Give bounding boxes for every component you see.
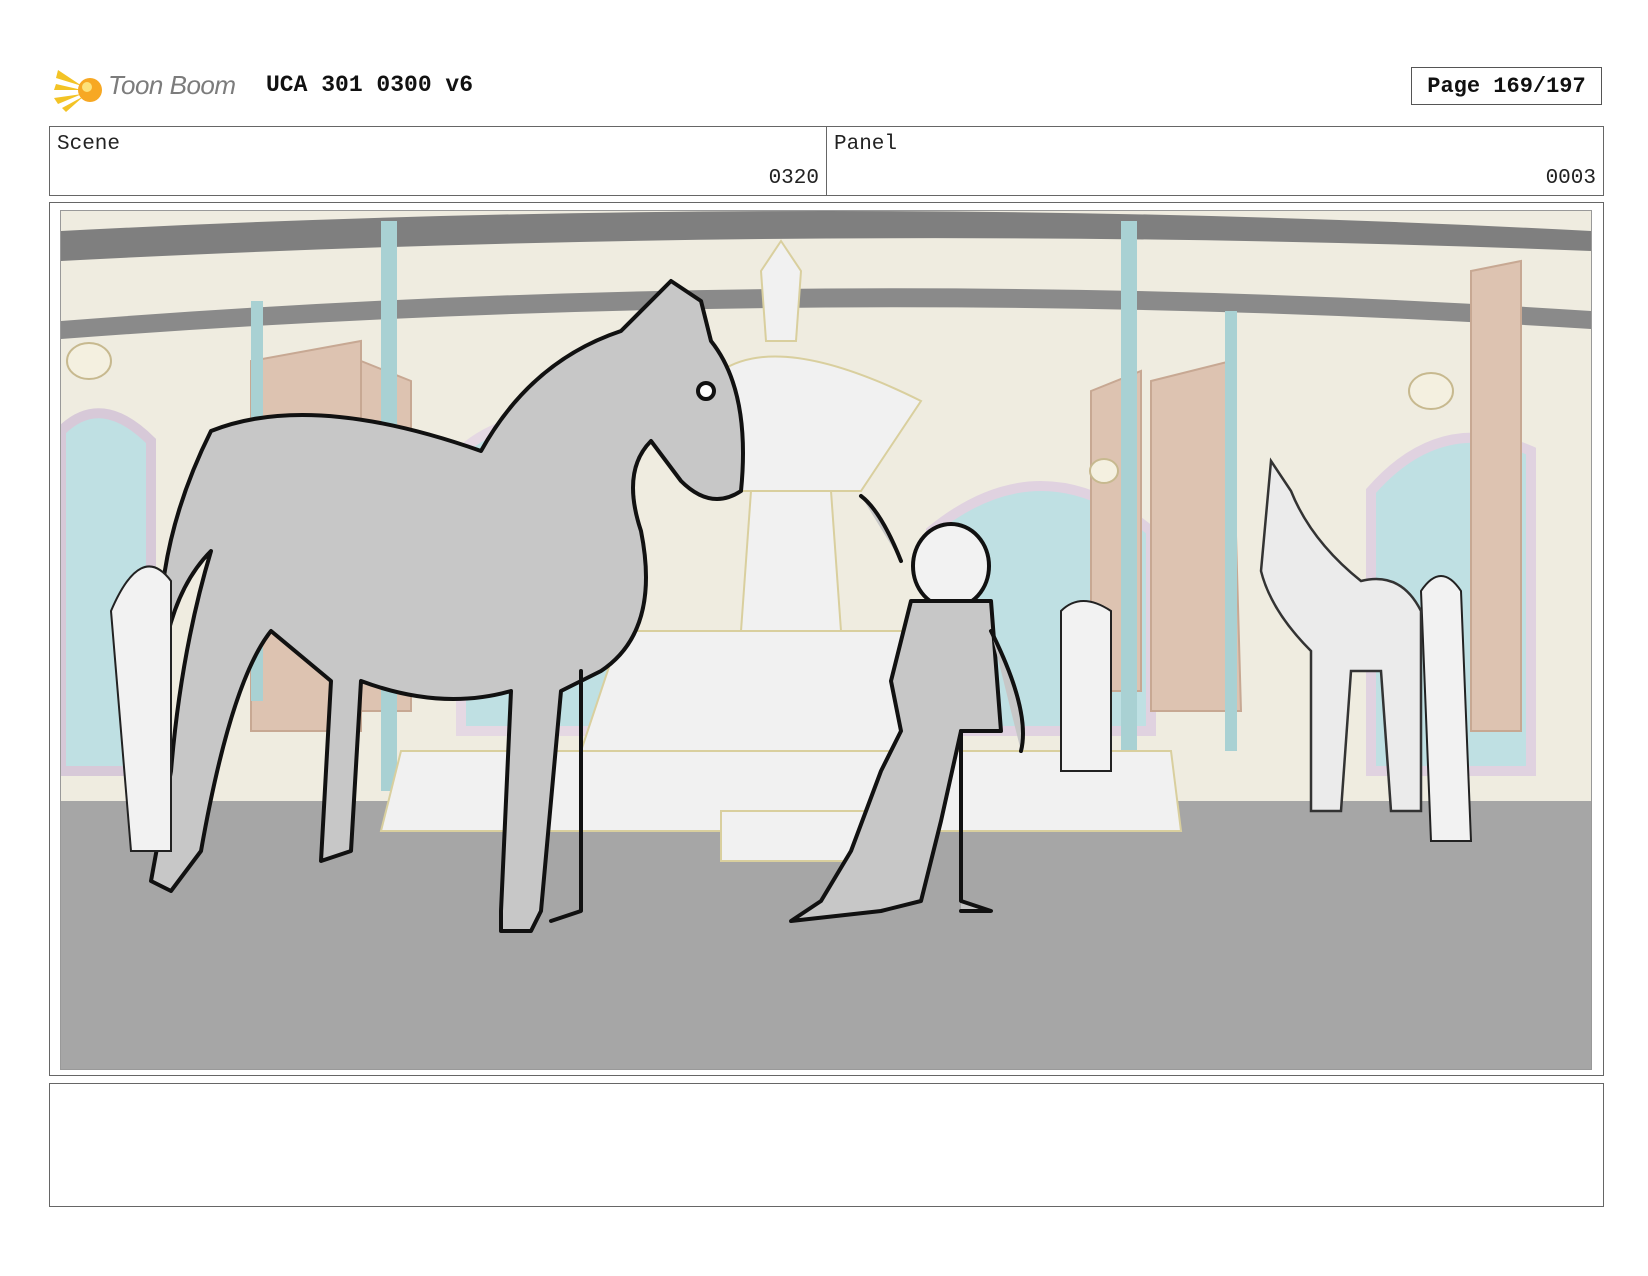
scene-label: Scene xyxy=(57,133,121,156)
panel-cell: Panel 0003 xyxy=(826,127,1603,195)
toon-boom-logo: Toon Boom xyxy=(52,60,252,116)
scene-value: 0320 xyxy=(768,167,819,190)
panel-label: Panel xyxy=(834,133,898,156)
page-number: Page 169/197 xyxy=(1411,67,1602,105)
sunburst-logo-icon xyxy=(54,70,102,112)
document-title: UCA 301 0300 v6 xyxy=(266,72,474,98)
scene-cell: Scene 0320 xyxy=(50,127,826,195)
logo-text: Toon Boom xyxy=(108,70,236,100)
panel-value: 0003 xyxy=(1545,167,1596,190)
storyboard-image xyxy=(56,210,1592,1070)
notes-box xyxy=(49,1083,1604,1207)
scene-panel-info: Scene 0320 Panel 0003 xyxy=(49,126,1604,196)
